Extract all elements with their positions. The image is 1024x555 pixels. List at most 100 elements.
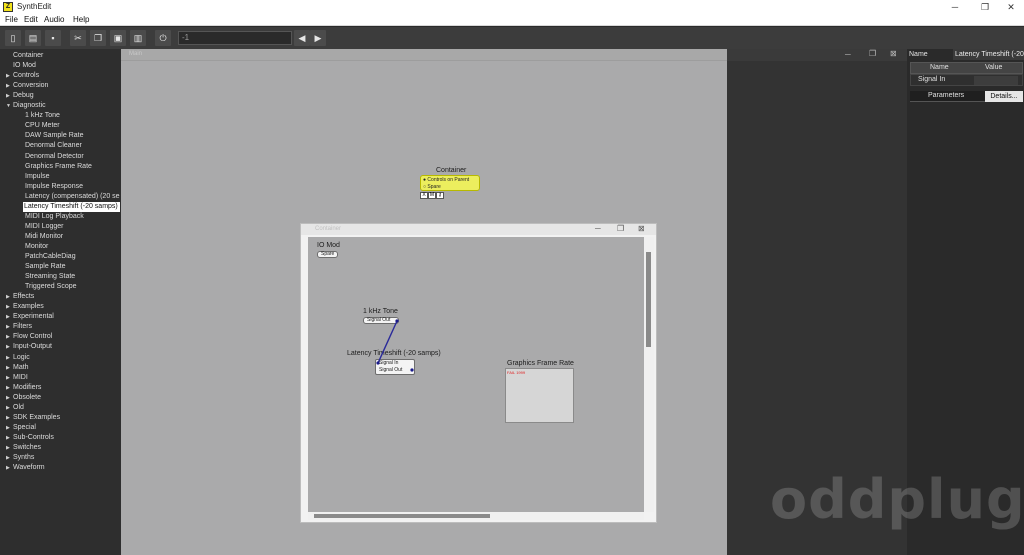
open-file-icon[interactable]: ▤ xyxy=(25,30,41,46)
close-icon[interactable]: ✕ xyxy=(998,0,1024,14)
delete-icon[interactable]: ▥ xyxy=(130,30,146,46)
tree-item[interactable]: ▼ Diagnostic xyxy=(0,101,121,111)
tone-signal-out-pin[interactable]: Signal Out xyxy=(363,317,399,324)
collapsed-arrow-icon[interactable]: ▶ xyxy=(6,383,10,393)
tree-item[interactable]: ▶ Controls xyxy=(0,71,121,81)
collapsed-arrow-icon[interactable]: ▶ xyxy=(6,363,10,373)
collapsed-arrow-icon[interactable]: ▶ xyxy=(6,302,10,312)
subwindow-titlebar[interactable]: Container ─ ❐ ⊠ xyxy=(301,224,656,235)
tree-item[interactable]: ▶ Math xyxy=(0,363,121,373)
collapsed-arrow-icon[interactable]: ▶ xyxy=(6,423,10,433)
collapsed-arrow-icon[interactable]: ▶ xyxy=(6,312,10,322)
tree-item[interactable]: Monitor xyxy=(0,242,121,252)
tree-item[interactable]: MIDI Log Playback xyxy=(0,212,121,222)
collapsed-arrow-icon[interactable]: ▶ xyxy=(6,292,10,302)
tree-item[interactable]: ▶ Conversion xyxy=(0,81,121,91)
tree-item[interactable]: DAW Sample Rate xyxy=(0,131,121,141)
tree-item[interactable]: ▶ Obsolete xyxy=(0,393,121,403)
tree-item[interactable]: Streaming State xyxy=(0,272,121,282)
collapsed-arrow-icon[interactable]: ▶ xyxy=(6,463,10,473)
menu-edit[interactable]: Edit xyxy=(24,15,38,24)
tree-item[interactable]: ▶ Effects xyxy=(0,292,121,302)
details-button[interactable]: Details... xyxy=(985,91,1023,102)
tree-item[interactable]: CPU Meter xyxy=(0,121,121,131)
new-file-icon[interactable]: ▯ xyxy=(5,30,21,46)
restore-icon[interactable]: ❐ xyxy=(972,0,998,14)
tree-item[interactable]: Latency Timeshift (-20 samps) xyxy=(23,201,120,212)
tab-main[interactable]: Main xyxy=(129,51,142,57)
tree-item[interactable]: ▶ Logic xyxy=(0,353,121,363)
tree-item[interactable]: Impulse Response xyxy=(0,182,121,192)
latency-signal-in-pin[interactable]: Signal In xyxy=(379,360,398,366)
tree-item[interactable]: Graphics Frame Rate xyxy=(0,162,121,172)
paste-icon[interactable]: ▣ xyxy=(110,30,126,46)
prev-arrow-icon[interactable]: ◀ xyxy=(294,30,310,46)
tab-parameters[interactable]: Parameters xyxy=(928,92,964,99)
menu-file[interactable]: File xyxy=(5,15,18,24)
next-arrow-icon[interactable]: ▶ xyxy=(310,30,326,46)
collapsed-arrow-icon[interactable]: ▶ xyxy=(6,332,10,342)
collapsed-arrow-icon[interactable]: ▶ xyxy=(6,81,10,91)
container-subwindow[interactable]: Container ─ ❐ ⊠ xyxy=(300,223,657,523)
collapsed-arrow-icon[interactable]: ▶ xyxy=(6,373,10,383)
prop-signal-in-value[interactable] xyxy=(974,76,1018,85)
vertical-scroll-thumb[interactable] xyxy=(646,252,651,347)
container-x-button[interactable]: X xyxy=(420,192,428,199)
prop-row-signal-in[interactable]: Signal In xyxy=(910,74,1023,86)
tree-item[interactable]: Denormal Cleaner xyxy=(0,141,121,151)
tree-item[interactable]: MIDI Logger xyxy=(0,222,121,232)
tree-item[interactable]: ▶ SDK Examples xyxy=(0,413,121,423)
tree-item[interactable]: ▶ Modifiers xyxy=(0,383,121,393)
vertical-scrollbar[interactable] xyxy=(644,237,654,512)
horizontal-scrollbar[interactable] xyxy=(308,512,644,520)
minimize-icon[interactable]: ─ xyxy=(942,0,968,14)
tree-item[interactable]: 1 kHz Tone xyxy=(0,111,121,121)
collapsed-arrow-icon[interactable]: ▶ xyxy=(6,433,10,443)
name-value-field[interactable]: Latency Timeshift (-20 xyxy=(953,49,1024,60)
power-icon[interactable]: ⏻ xyxy=(155,30,171,46)
zoom-select[interactable]: -1 xyxy=(178,31,292,45)
menu-help[interactable]: Help xyxy=(73,15,89,24)
tree-item[interactable]: ▶ Flow Control xyxy=(0,332,121,342)
tree-item[interactable]: ▶ Debug xyxy=(0,91,121,101)
cut-icon[interactable]: ✂ xyxy=(70,30,86,46)
latency-signal-out-pin[interactable]: Signal Out xyxy=(379,367,402,373)
tree-item[interactable]: ▶ Switches xyxy=(0,443,121,453)
io-mod-spare-pin[interactable]: Spare xyxy=(317,251,339,258)
subwindow-canvas[interactable] xyxy=(308,237,644,512)
subwindow-restore-icon[interactable]: ❐ xyxy=(617,224,624,233)
save-icon[interactable]: ▪ xyxy=(45,30,61,46)
pin-controls-on-parent[interactable]: ● Controls on Parent xyxy=(423,177,469,183)
collapsed-arrow-icon[interactable]: ▶ xyxy=(6,91,10,101)
latency-module[interactable]: Signal In Signal Out xyxy=(375,359,415,375)
collapsed-arrow-icon[interactable]: ▶ xyxy=(6,453,10,463)
tree-item[interactable]: ▶ Filters xyxy=(0,322,121,332)
tree-item[interactable]: IO Mod xyxy=(0,61,121,71)
container-module[interactable]: ● Controls on Parent ○ Spare xyxy=(420,175,480,191)
collapsed-arrow-icon[interactable]: ▶ xyxy=(6,71,10,81)
lock-icon[interactable]: ⚷ xyxy=(436,192,444,199)
tree-item[interactable]: Midi Monitor xyxy=(0,232,121,242)
tree-item[interactable]: Denormal Detector xyxy=(0,152,121,162)
expanded-arrow-icon[interactable]: ▼ xyxy=(6,101,11,111)
tree-item[interactable]: ▶ Waveform xyxy=(0,463,121,473)
tree-item[interactable]: PatchCableDiag xyxy=(0,252,121,262)
container-m-button[interactable]: M xyxy=(428,192,436,199)
tree-item[interactable]: ▶ Special xyxy=(0,423,121,433)
tree-item[interactable]: ▶ Experimental xyxy=(0,312,121,322)
tree-item[interactable]: ▶ Examples xyxy=(0,302,121,312)
collapsed-arrow-icon[interactable]: ▶ xyxy=(6,393,10,403)
collapsed-arrow-icon[interactable]: ▶ xyxy=(6,342,10,352)
tree-item[interactable]: Latency (compensated) (20 se xyxy=(0,192,121,202)
tree-item[interactable]: ▶ Input-Output xyxy=(0,342,121,352)
subwindow-close-icon[interactable]: ⊠ xyxy=(638,224,645,233)
canvas-restore-icon[interactable]: ❐ xyxy=(869,49,876,58)
collapsed-arrow-icon[interactable]: ▶ xyxy=(6,322,10,332)
canvas-close-icon[interactable]: ⊠ xyxy=(890,49,897,58)
tree-item[interactable]: Impulse xyxy=(0,172,121,182)
pin-spare[interactable]: ○ Spare xyxy=(423,184,441,190)
tree-item[interactable]: Container xyxy=(0,51,121,61)
tree-item[interactable]: ▶ Synths xyxy=(0,453,121,463)
tree-item[interactable]: ▶ MIDI xyxy=(0,373,121,383)
copy-icon[interactable]: ❐ xyxy=(90,30,106,46)
